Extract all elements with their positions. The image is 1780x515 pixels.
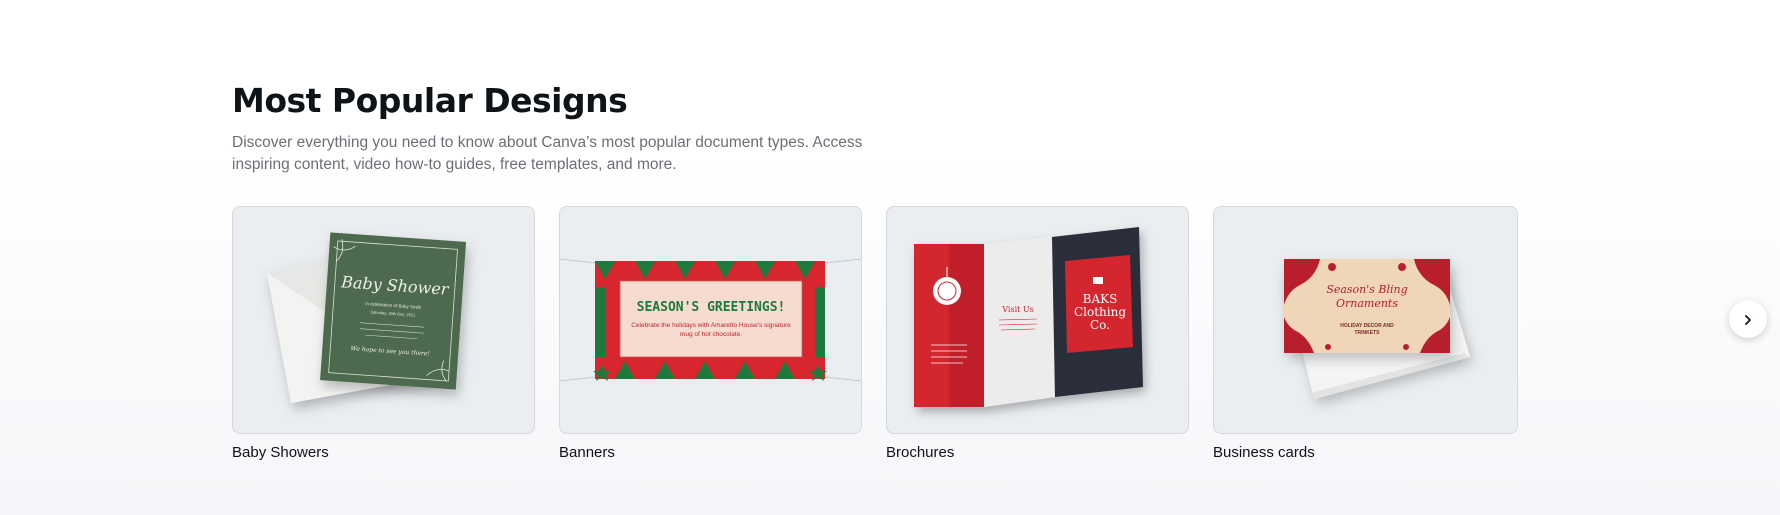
card-thumbnail[interactable]: Baby Shower in celebration of Baby Smith…	[232, 206, 535, 434]
card-thumbnail[interactable]: Season's Bling Ornaments HOLIDAY DECOR A…	[1213, 206, 1518, 434]
carousel-next-button[interactable]	[1729, 300, 1767, 338]
business-card-image: Season's Bling Ornaments HOLIDAY DECOR A…	[1284, 259, 1470, 399]
section-title: Most Popular Designs	[232, 81, 628, 120]
baby-shower-invite-image: Baby Shower in celebration of Baby Smith…	[267, 232, 467, 403]
brochure-visit-text: Visit Us	[1001, 305, 1033, 314]
section-description: Discover everything you need to know abo…	[232, 134, 863, 173]
design-card-brochures[interactable]: Visit Us BAKS Clothing Co. Brochures	[886, 206, 1189, 461]
trifold-brochure-image: Visit Us BAKS Clothing Co.	[914, 227, 1143, 407]
card-label[interactable]: Banners	[559, 444, 615, 461]
card-thumbnail[interactable]: SEASON'S GREETINGS! Celebrate the holida…	[559, 206, 862, 434]
chevron-right-icon	[1742, 313, 1754, 325]
card-label[interactable]: Business cards	[1213, 444, 1315, 461]
design-card-business-cards[interactable]: Season's Bling Ornaments HOLIDAY DECOR A…	[1213, 206, 1518, 461]
season-greetings-banner-image: SEASON'S GREETINGS! Celebrate the holida…	[560, 258, 861, 382]
design-card-baby-showers[interactable]: Baby Shower in celebration of Baby Smith…	[232, 206, 535, 461]
card-label[interactable]: Brochures	[886, 444, 954, 461]
card-label[interactable]: Baby Showers	[232, 444, 329, 461]
design-card-banners[interactable]: SEASON'S GREETINGS! Celebrate the holida…	[559, 206, 862, 461]
card-thumbnail[interactable]: Visit Us BAKS Clothing Co.	[886, 206, 1189, 434]
banner-headline: SEASON'S GREETINGS!	[637, 300, 786, 315]
